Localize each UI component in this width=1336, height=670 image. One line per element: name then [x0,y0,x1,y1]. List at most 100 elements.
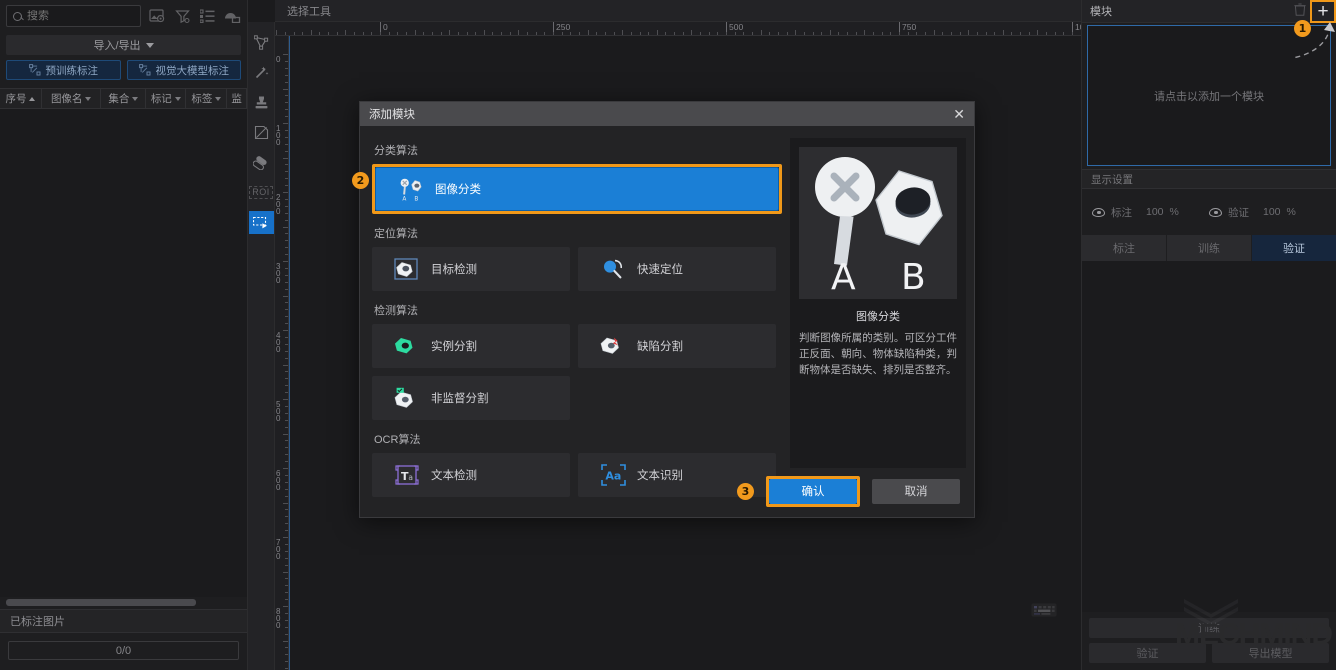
shapes-icon[interactable] [223,7,241,25]
eye-icon[interactable] [1209,207,1222,217]
card-label: 快速定位 [637,264,683,276]
column-label: 序号 [5,93,27,105]
ruler-tick [285,447,288,449]
confirm-button[interactable]: 确认 [769,478,857,504]
ruler-tick [734,32,736,35]
ruler-tick [285,392,288,394]
import-export-dropdown[interactable]: 导入/导出 [6,35,241,55]
ruler-tick [838,32,840,35]
vision-model-annotate-button[interactable]: 视觉大模型标注 [126,60,241,80]
tab-annotate[interactable]: 标注 [1082,235,1166,261]
card-unsupervised-segmentation[interactable]: 非监督分割 [372,376,570,420]
export-model-button[interactable]: 导出模型 [1212,643,1329,663]
import-export-label: 导入/导出 [93,40,141,52]
funnel-filter-icon[interactable] [173,7,191,25]
tab-validate[interactable]: 验证 [1252,235,1336,261]
column-header-supervise[interactable]: 监 [227,89,247,108]
display-settings-header[interactable]: 显示设置 [1082,169,1336,189]
ruler-tick [285,371,288,373]
ruler-tick [285,67,288,69]
ruler-tick [285,74,288,76]
polygon-tool-icon[interactable] [249,31,274,54]
tab-train[interactable]: 训练 [1167,235,1251,261]
tool-label-text: 选择工具 [287,5,331,18]
card-object-detection[interactable]: 目标检测 [372,247,570,291]
ruler-tick [283,468,288,469]
magic-wand-tool-icon[interactable] [249,61,274,84]
ruler-tick [1063,32,1065,35]
roi-tool-icon[interactable]: ROI [249,181,274,204]
cancel-button-label: 取消 [904,486,928,498]
ruler-tick [285,116,288,118]
ruler-tick [283,537,288,538]
image-filter-icon[interactable] [148,7,166,25]
column-header-set[interactable]: 集合 [101,89,147,108]
ruler-tick [285,585,288,587]
column-header-mark[interactable]: 标记 [146,89,187,108]
detection-card-row-1: 实例分割 缺陷分割 [372,324,776,368]
search-input[interactable] [27,10,134,22]
eraser-tool-icon[interactable] [249,151,274,174]
search-icon [13,11,22,21]
preview-illustration: A B [799,147,957,299]
ruler-tick [283,295,288,297]
ruler-tick [283,606,288,607]
card-image-classification[interactable]: A B 图像分类 [375,167,779,211]
pretrain-annotate-button[interactable]: 预训练标注 [6,60,121,80]
ruler-tick [285,619,288,621]
image-list-hscrollbar-track[interactable] [0,597,247,609]
ruler-tick [283,192,288,193]
selected-card-highlight: A B 图像分类 [372,164,782,214]
validation-opacity-control[interactable]: 验证 100 % [1209,205,1326,220]
svg-text:B: B [414,196,418,201]
ruler-tick [821,32,823,35]
search-box[interactable] [6,5,141,27]
ruler-tick [285,95,288,97]
fast-locate-icon [600,256,626,282]
ruler-tick [285,481,288,483]
ruler-tick [285,626,288,628]
ruler-label: 500 [726,22,743,32]
column-header-tag[interactable]: 标签 [186,89,228,108]
ruler-tick [285,240,288,242]
close-icon[interactable]: ✕ [953,107,965,121]
ruler-tick [769,32,771,35]
cancel-button[interactable]: 取消 [872,478,960,504]
ruler-tick [924,32,926,35]
card-defect-segmentation[interactable]: 缺陷分割 [578,324,776,368]
ruler-tick [283,54,288,55]
eye-icon[interactable] [1092,207,1105,217]
column-header-index[interactable]: 序号 [0,89,42,108]
ruler-tick [283,226,288,228]
ruler-tick [283,364,288,366]
annotation-opacity-control[interactable]: 标注 100 % [1092,205,1209,220]
ruler-tick [570,32,572,35]
ruler-tick [285,454,288,456]
ruler-tick [328,32,330,35]
ruler-tick [285,523,288,525]
ruler-tick [544,32,546,35]
list-view-icon[interactable] [198,7,216,25]
trash-icon[interactable] [1294,3,1306,19]
ruler-tick [1011,32,1013,35]
validate-button[interactable]: 验证 [1089,643,1206,663]
keyboard-icon[interactable] [1031,603,1057,622]
step-badge-1: 1 [1294,20,1311,37]
ruler-tick [431,32,433,35]
ruler-tick [639,32,641,35]
eraser-shape-tool-icon[interactable] [249,121,274,144]
image-list[interactable] [0,109,247,597]
ruler-label: 750 [899,22,916,32]
column-header-image-name[interactable]: 图像名 [42,89,102,108]
ruler-tick [285,185,288,187]
stamp-tool-icon[interactable] [249,91,274,114]
card-fast-locate[interactable]: 快速定位 [578,247,776,291]
card-instance-segmentation[interactable]: 实例分割 [372,324,570,368]
image-list-hscrollbar-thumb[interactable] [6,599,197,606]
ruler-tick [449,30,451,35]
train-button[interactable]: 训练 [1089,618,1329,638]
ruler-tick [283,123,288,124]
ruler-tick [604,32,606,35]
play-range-tool-icon[interactable] [248,211,274,234]
ruler-tick [535,32,537,35]
